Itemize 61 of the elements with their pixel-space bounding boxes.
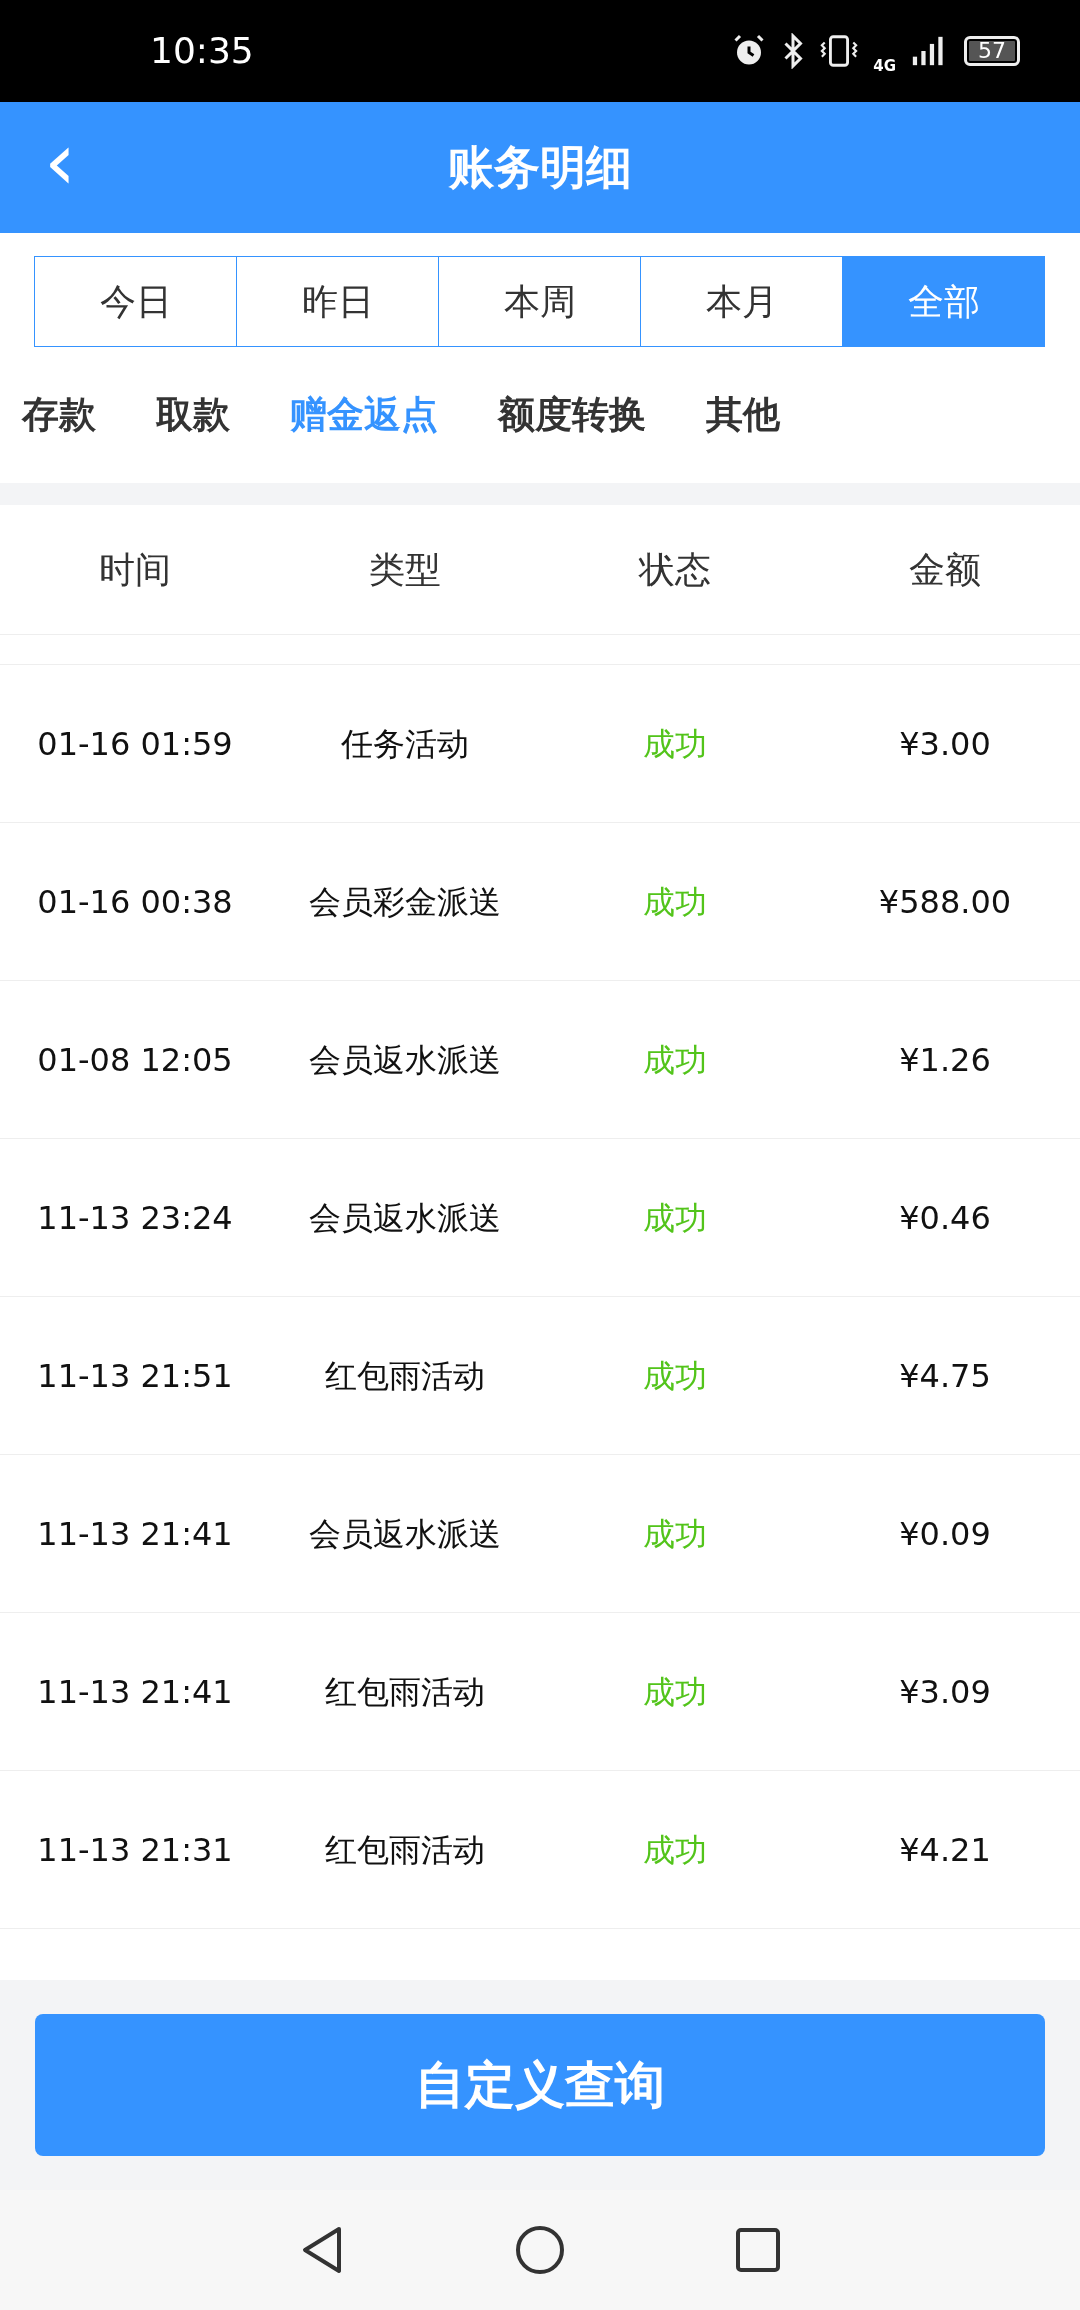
column-header: 时间 [98, 547, 172, 592]
home-nav-icon[interactable] [515, 2225, 565, 2275]
column-header: 金额 [908, 547, 982, 592]
table-row[interactable]: 01-08 12:05 会员返水派送 成功 ¥1.26 [0, 981, 1080, 1139]
type-cell-text: 红包雨活动 [324, 1829, 486, 1871]
time-cell-text: 01-16 00:38 [36, 881, 234, 923]
category-tab[interactable]: 其他 [706, 387, 780, 443]
time-cell-text: 11-13 21:41 [36, 1513, 234, 1555]
battery-indicator: 57 [964, 36, 1020, 66]
amount-cell-text: ¥1.26 [898, 1039, 992, 1081]
type-cell-text: 会员返水派送 [308, 1039, 502, 1081]
category-tab[interactable]: 取款 [156, 387, 230, 443]
table-row[interactable]: 11-13 21:51 红包雨活动 成功 ¥4.75 [0, 1297, 1080, 1455]
status-cell-text: 成功 [642, 1197, 708, 1239]
amount-cell-text: ¥4.21 [898, 1829, 992, 1871]
status-cell-text: 成功 [642, 1671, 708, 1713]
status-cell-text: 成功 [642, 1829, 708, 1871]
amount-cell-text: ¥0.46 [898, 1197, 992, 1239]
table-row[interactable]: 11-13 21:41 红包雨活动 成功 ¥3.09 [0, 1613, 1080, 1771]
status-cell-text: 成功 [642, 723, 708, 765]
type-cell-text: 红包雨活动 [324, 1355, 486, 1397]
vibrate-icon [819, 33, 860, 69]
bluetooth-icon [781, 33, 806, 69]
type-cell-text: 红包雨活动 [324, 1671, 486, 1713]
time-cell-text: 01-08 12:05 [36, 1039, 234, 1081]
amount-cell-text: ¥3.09 [898, 1671, 992, 1713]
recents-nav-icon[interactable] [735, 2227, 781, 2273]
table-row[interactable]: 11-13 21:31 红包雨活动 成功 ¥4.21 [0, 1771, 1080, 1929]
amount-cell-text: ¥0.09 [898, 1513, 992, 1555]
period-tab[interactable]: 昨日 [236, 256, 439, 347]
amount-cell-text: ¥3.00 [898, 723, 992, 765]
network-type: 4G [873, 58, 896, 74]
column-header: 类型 [368, 547, 442, 592]
signal-icon [910, 34, 944, 68]
table-row[interactable]: 01-16 00:38 会员彩金派送 成功 ¥588.00 [0, 823, 1080, 981]
status-cell-text: 成功 [642, 881, 708, 923]
time-cell-text: 11-13 21:51 [36, 1355, 234, 1397]
category-tab[interactable]: 额度转换 [498, 387, 646, 443]
status-cell-text: 成功 [642, 1513, 708, 1555]
table-row[interactable]: 01-16 01:59 任务活动 成功 ¥3.00 [0, 665, 1080, 823]
type-cell-text: 会员彩金派送 [308, 881, 502, 923]
period-tab[interactable]: 本月 [640, 256, 843, 347]
column-header: 状态 [637, 547, 712, 592]
period-tab[interactable]: 今日 [34, 256, 237, 347]
time-cell-text: 01-16 01:59 [36, 723, 234, 765]
status-time: 10:35 [150, 29, 254, 73]
time-cell-text: 11-13 23:24 [36, 1197, 234, 1239]
time-cell-text: 11-13 21:41 [36, 1671, 234, 1713]
status-cell-text: 成功 [642, 1355, 708, 1397]
amount-cell-text: ¥588.00 [877, 881, 1013, 923]
category-tab[interactable]: 存款 [22, 387, 96, 443]
type-cell-text: 会员返水派送 [308, 1513, 502, 1555]
type-cell-text: 会员返水派送 [308, 1197, 502, 1239]
time-cell-text: 11-13 21:31 [36, 1829, 234, 1871]
period-tab[interactable]: 本周 [438, 256, 641, 347]
status-cell-text: 成功 [642, 1039, 708, 1081]
type-cell-text: 任务活动 [340, 723, 470, 765]
table-row[interactable]: 11-13 21:41 会员返水派送 成功 ¥0.09 [0, 1455, 1080, 1613]
page-title: 账务明细 [448, 139, 632, 196]
table-row[interactable]: 11-13 23:24 会员返水派送 成功 ¥0.46 [0, 1139, 1080, 1297]
amount-cell-text: ¥4.75 [898, 1355, 992, 1397]
